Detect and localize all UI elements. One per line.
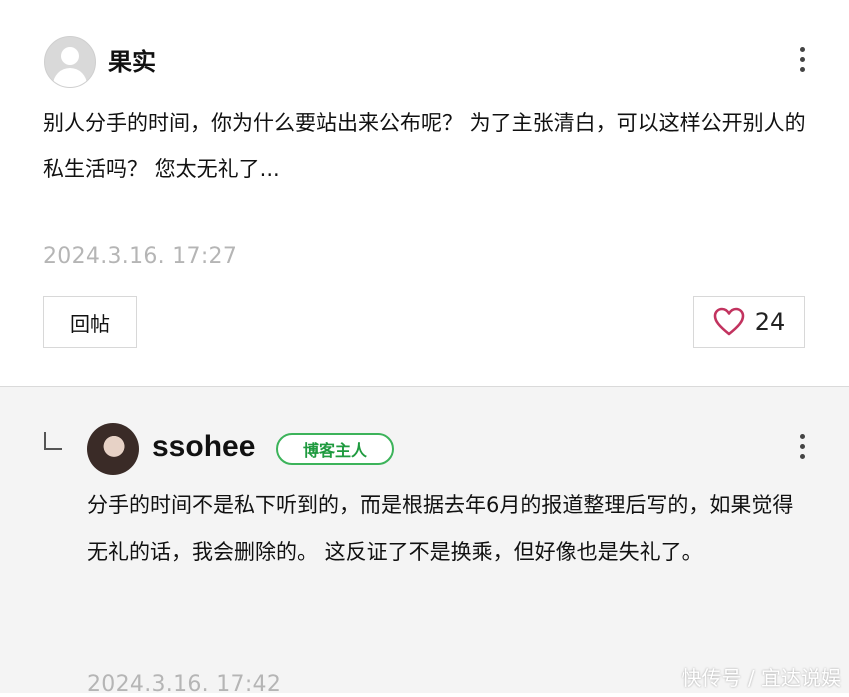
- comment-card: 果实 别人分手的时间，你为什么要站出来公布呢？ 为了主张清白，可以这样公开别人的…: [0, 0, 849, 386]
- more-vertical-icon[interactable]: [800, 434, 806, 464]
- reply-username[interactable]: ssohee: [152, 430, 255, 464]
- comment-username[interactable]: 果实: [108, 42, 156, 77]
- reply-button[interactable]: 回帖: [43, 296, 137, 348]
- reply-indent-icon: [44, 432, 62, 450]
- owner-badge: 博客主人: [276, 433, 394, 465]
- watermark: 快传号 / 宜达说娱: [681, 666, 841, 690]
- like-button[interactable]: 24: [693, 296, 805, 348]
- reply-timestamp: 2024.3.16. 17:42: [87, 672, 282, 697]
- more-vertical-icon[interactable]: [800, 47, 806, 77]
- reply-text: 分手的时间不是私下听到的，而是根据去年6月的报道整理后写的，如果觉得无礼的话，我…: [87, 493, 794, 564]
- heart-icon: [713, 307, 745, 336]
- default-avatar-icon[interactable]: [44, 36, 96, 88]
- comment-text: 别人分手的时间，你为什么要站出来公布呢？ 为了主张清白，可以这样公开别人的私生活…: [43, 111, 806, 181]
- comment-timestamp: 2024.3.16. 17:27: [43, 244, 238, 269]
- like-count: 24: [754, 308, 786, 336]
- reply-avatar[interactable]: [87, 423, 139, 475]
